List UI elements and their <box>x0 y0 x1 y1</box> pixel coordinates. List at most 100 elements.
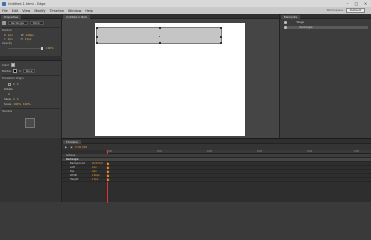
keyframe-marker[interactable] <box>106 162 110 165</box>
divider <box>2 27 60 28</box>
menu-file[interactable]: File <box>2 9 8 13</box>
skew-row: Skew 0 0 <box>4 97 18 101</box>
skew-x[interactable]: 0 <box>13 97 15 101</box>
keyframe-marker[interactable] <box>106 174 110 177</box>
opacity-value[interactable]: 100% <box>46 46 54 50</box>
minimize-button[interactable]: – <box>344 1 351 6</box>
row-name: Left <box>70 166 75 169</box>
workspace-select[interactable]: Default <box>346 8 365 13</box>
transform-origin-x[interactable]: 0 <box>13 82 15 86</box>
close-button[interactable]: × <box>362 1 369 6</box>
row-value[interactable]: 17px <box>92 178 106 181</box>
color-row: Color <box>2 63 16 67</box>
resize-handle-bottom[interactable] <box>159 42 161 45</box>
element-item-stage[interactable]: Stage <box>284 21 304 24</box>
scale-y[interactable]: 100% <box>23 102 31 106</box>
row-name: Top <box>70 170 75 173</box>
ruler-tick: 0:05 <box>354 150 359 153</box>
scale-label: Scale <box>4 102 12 106</box>
row-value[interactable]: 1px <box>92 166 106 169</box>
scale-x[interactable]: 100% <box>13 102 21 106</box>
opacity-slider[interactable] <box>8 48 42 50</box>
menu-window[interactable]: Window <box>68 9 81 13</box>
rotate-value-row: 0 <box>8 92 10 96</box>
maximize-button[interactable]: □ <box>353 1 360 6</box>
transform-origin-y[interactable]: 0 <box>17 82 19 86</box>
divider <box>2 108 60 109</box>
resize-handle-top-left[interactable] <box>95 26 98 29</box>
row-value[interactable]: 4px <box>92 170 106 173</box>
resize-handle-top[interactable] <box>159 26 161 29</box>
element-name-field[interactable]: Rectangle <box>8 21 28 25</box>
menu-edit[interactable]: Edit <box>12 9 19 13</box>
skew-y[interactable]: 0 <box>17 97 19 101</box>
window-titlebar: Untitled-1.html - Edge – □ × <box>0 0 371 7</box>
stage-tabbar: Untitled-1.html <box>62 14 279 19</box>
transform-origin-icon[interactable] <box>8 82 11 86</box>
menu-view[interactable]: View <box>22 9 30 13</box>
menu-timeline[interactable]: Timeline <box>50 9 64 13</box>
element-item-label: Stage <box>296 21 305 24</box>
row-value[interactable]: #c5c5c5 <box>92 162 106 165</box>
properties-tabbar: Properties <box>0 14 62 19</box>
workspace-switcher: Workspace Default <box>327 8 365 13</box>
opacity-label: Opacity <box>2 42 12 45</box>
window-title: Untitled-1.html - Edge <box>8 1 46 6</box>
tab-properties[interactable]: Properties <box>1 14 22 19</box>
resize-handle-right[interactable] <box>220 35 223 38</box>
rotate-label: Rotate <box>4 87 13 91</box>
timeline-row-height[interactable]: Height 17px <box>62 178 371 182</box>
elements-panel: Elements Stage Rectangle <box>279 14 371 138</box>
eye-icon[interactable] <box>284 26 287 29</box>
border-label: Border <box>2 69 12 73</box>
rewind-icon[interactable]: ◀ <box>70 145 72 149</box>
border-style-dropdown[interactable]: None <box>22 69 35 73</box>
ruler-tick: 0:04 <box>307 150 312 153</box>
window-controls: – □ × <box>344 1 369 6</box>
transform-center-point[interactable] <box>159 36 161 38</box>
eye-icon[interactable] <box>284 21 287 24</box>
color-label: Color <box>2 63 10 67</box>
keyframe-marker[interactable] <box>106 166 110 169</box>
element-row: Rectangle Block <box>2 21 44 25</box>
element-item-rectangle[interactable]: Rectangle <box>284 26 368 29</box>
menu-help[interactable]: Help <box>85 9 93 13</box>
y-value[interactable]: 4px <box>8 37 13 41</box>
transform-section-label: Transform Origin <box>2 77 24 80</box>
keyframe-marker[interactable] <box>106 170 110 173</box>
keyframe-track[interactable] <box>106 178 371 182</box>
border-color-swatch[interactable] <box>13 69 18 73</box>
resize-handle-bottom-right[interactable] <box>220 42 223 45</box>
y-label: Y <box>4 37 6 41</box>
timeline-rows: Actions Rectangle Background #c5c5c5 Lef… <box>62 154 371 203</box>
current-time[interactable]: 0:00.000 <box>75 145 87 149</box>
skew-label: Skew <box>4 97 12 101</box>
menu-modify[interactable]: Modify <box>34 9 45 13</box>
3d-cube-icon <box>25 118 35 128</box>
resize-handle-top-right[interactable] <box>220 26 223 29</box>
position-section-label: Position <box>2 29 13 32</box>
row-value[interactable]: 126px <box>92 174 106 177</box>
resize-handle-bottom-left[interactable] <box>95 42 98 45</box>
rotate-value[interactable]: 0 <box>8 92 10 96</box>
row-name: Width <box>70 174 78 177</box>
row-name: Rectangle <box>66 158 79 161</box>
h-label: H <box>20 37 23 41</box>
h-value[interactable]: 17px <box>25 37 32 41</box>
selected-rectangle[interactable] <box>95 26 223 45</box>
properties-panel: Properties Rectangle Block Position X 1p… <box>0 14 62 138</box>
opacity-slider-knob[interactable] <box>41 47 44 51</box>
ruler-tick: 0:02 <box>207 150 212 153</box>
border-width[interactable]: 0 <box>19 69 21 73</box>
display-dropdown[interactable]: Block <box>30 21 44 25</box>
opacity-value-row: 100% <box>46 46 54 50</box>
stage-canvas[interactable] <box>95 23 245 136</box>
play-icon[interactable]: ▶ <box>65 145 67 149</box>
stage-area: Untitled-1.html <box>62 14 279 138</box>
tab-stage-document[interactable]: Untitled-1.html <box>63 14 91 19</box>
keyframe-marker[interactable] <box>106 178 110 181</box>
tab-elements[interactable]: Elements <box>281 14 301 19</box>
elements-tabbar: Elements <box>280 14 371 19</box>
resize-handle-left[interactable] <box>95 35 98 38</box>
fill-color-swatch[interactable] <box>11 63 16 67</box>
